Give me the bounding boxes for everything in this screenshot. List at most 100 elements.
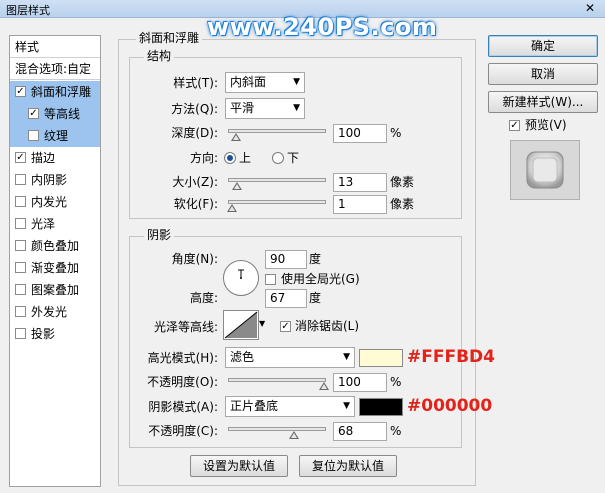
style-item-inner-shadow[interactable]: 内阴影: [10, 169, 100, 191]
preview-checkbox[interactable]: ✓: [509, 120, 520, 131]
checkbox-icon[interactable]: [15, 240, 26, 251]
window-title: 图层样式: [6, 4, 50, 17]
angle-label: 角度(N):: [171, 252, 218, 266]
shadow-opacity-label: 不透明度(C):: [148, 424, 218, 438]
checkbox-icon[interactable]: [15, 174, 26, 185]
highlight-mode-label: 高光模式(H):: [147, 351, 218, 365]
depth-label: 深度(D):: [171, 126, 218, 140]
angle-input[interactable]: 90: [265, 250, 307, 269]
checkbox-icon[interactable]: [15, 262, 26, 273]
checkbox-icon[interactable]: [15, 306, 26, 317]
style-list-header[interactable]: 样式: [10, 36, 100, 58]
style-item-pattern-overlay[interactable]: 图案叠加: [10, 279, 100, 301]
chevron-down-icon[interactable]: ▼: [259, 317, 267, 331]
checkbox-icon[interactable]: [15, 328, 26, 339]
style-preview-thumbnail: [510, 140, 580, 200]
antialias-checkbox[interactable]: ✓: [280, 321, 291, 332]
angle-dial-icon: [238, 269, 244, 279]
style-item-label: 颜色叠加: [31, 239, 80, 253]
highlight-mode-value: 滤色: [230, 350, 255, 364]
style-item-color-overlay[interactable]: 颜色叠加: [10, 235, 100, 257]
shadow-mode-dropdown[interactable]: 正片叠底 ▼: [225, 396, 355, 417]
depth-unit: %: [390, 126, 402, 140]
depth-slider-thumb[interactable]: [231, 133, 241, 141]
size-slider-thumb[interactable]: [232, 182, 242, 190]
highlight-opacity-input[interactable]: 100: [333, 373, 387, 392]
contour-preview-icon: [224, 311, 258, 339]
checkbox-icon[interactable]: ✓: [15, 86, 26, 97]
style-item-contour[interactable]: ✓ 等高线: [10, 103, 100, 125]
watermark: www.240PS.com: [207, 13, 438, 41]
direction-label: 方向:: [189, 151, 218, 165]
soften-unit: 像素: [390, 197, 415, 211]
cancel-button[interactable]: 取消: [488, 63, 598, 85]
checkbox-icon[interactable]: ✓: [28, 108, 39, 119]
shadow-opacity-input[interactable]: 68: [333, 422, 387, 441]
style-item-gradient-overlay[interactable]: 渐变叠加: [10, 257, 100, 279]
soften-slider[interactable]: [227, 200, 326, 212]
checkbox-icon[interactable]: [15, 218, 26, 229]
highlight-mode-dropdown[interactable]: 滤色 ▼: [225, 347, 355, 368]
close-icon[interactable]: ✕: [580, 1, 600, 16]
style-item-texture[interactable]: 纹理: [10, 125, 100, 147]
style-item-label: 内阴影: [31, 173, 68, 187]
style-item-label: 斜面和浮雕: [31, 85, 92, 99]
style-item-outer-glow[interactable]: 外发光: [10, 301, 100, 323]
checkbox-icon[interactable]: ✓: [15, 152, 26, 163]
style-item-label: 内发光: [31, 195, 68, 209]
depth-input[interactable]: 100: [333, 124, 387, 143]
new-style-button[interactable]: 新建样式(W)...: [488, 91, 598, 113]
soften-slider-thumb[interactable]: [227, 204, 237, 212]
chevron-down-icon: ▼: [343, 352, 350, 362]
style-item-label: 等高线: [44, 107, 81, 121]
highlight-opacity-label: 不透明度(O):: [147, 375, 218, 389]
technique-label: 方法(Q):: [171, 102, 218, 116]
checkbox-icon[interactable]: [15, 284, 26, 295]
style-item-label: 纹理: [44, 129, 69, 143]
depth-slider[interactable]: [228, 129, 326, 141]
altitude-unit: 度: [309, 291, 322, 305]
preview-image: [526, 151, 564, 189]
style-item-label: 图案叠加: [31, 283, 80, 297]
highlight-opacity-unit: %: [390, 375, 402, 389]
altitude-input[interactable]: 67: [265, 289, 307, 308]
structure-title: 结构: [144, 49, 175, 63]
highlight-opacity-slider[interactable]: [228, 378, 329, 390]
highlight-color-annotation: #FFFBD4: [407, 347, 495, 367]
set-default-button[interactable]: 设置为默认值: [190, 455, 288, 477]
blend-options-item[interactable]: 混合选项:自定: [10, 58, 100, 80]
direction-up-radio[interactable]: [224, 152, 236, 164]
checkbox-icon[interactable]: [15, 196, 26, 207]
global-light-label: 使用全局光(G): [281, 272, 360, 286]
style-item-drop-shadow[interactable]: 投影: [10, 323, 100, 345]
ok-button[interactable]: 确定: [488, 35, 598, 57]
antialias-label: 消除锯齿(L): [295, 319, 360, 333]
shadow-color-swatch[interactable]: [359, 398, 403, 416]
size-input[interactable]: 13: [333, 173, 387, 192]
direction-down-label: 下: [287, 151, 300, 165]
checkbox-icon[interactable]: [28, 130, 39, 141]
style-dropdown[interactable]: 内斜面 ▼: [225, 72, 305, 93]
shadow-mode-value: 正片叠底: [230, 399, 279, 413]
reset-default-button[interactable]: 复位为默认值: [299, 455, 397, 477]
chevron-down-icon: ▼: [293, 103, 300, 113]
style-item-inner-glow[interactable]: 内发光: [10, 191, 100, 213]
shadow-opacity-thumb[interactable]: [289, 431, 299, 439]
style-item-stroke[interactable]: ✓ 描边: [10, 147, 100, 169]
angle-dial[interactable]: [223, 260, 259, 296]
soften-input[interactable]: 1: [333, 195, 387, 214]
gloss-contour-picker[interactable]: [223, 310, 259, 340]
style-label: 样式(T):: [173, 76, 218, 90]
style-item-bevel[interactable]: ✓ 斜面和浮雕: [10, 81, 100, 103]
shading-title: 阴影: [144, 228, 175, 242]
size-slider[interactable]: [228, 178, 326, 190]
global-light-checkbox[interactable]: [265, 274, 276, 285]
preview-label: 预览(V): [525, 118, 567, 132]
highlight-color-swatch[interactable]: [359, 349, 403, 367]
style-item-satin[interactable]: 光泽: [10, 213, 100, 235]
style-item-label: 投影: [31, 327, 56, 341]
direction-down-radio[interactable]: [272, 152, 284, 164]
technique-dropdown[interactable]: 平滑 ▼: [225, 98, 305, 119]
shadow-opacity-slider[interactable]: [228, 427, 326, 439]
highlight-opacity-thumb[interactable]: [319, 382, 329, 390]
